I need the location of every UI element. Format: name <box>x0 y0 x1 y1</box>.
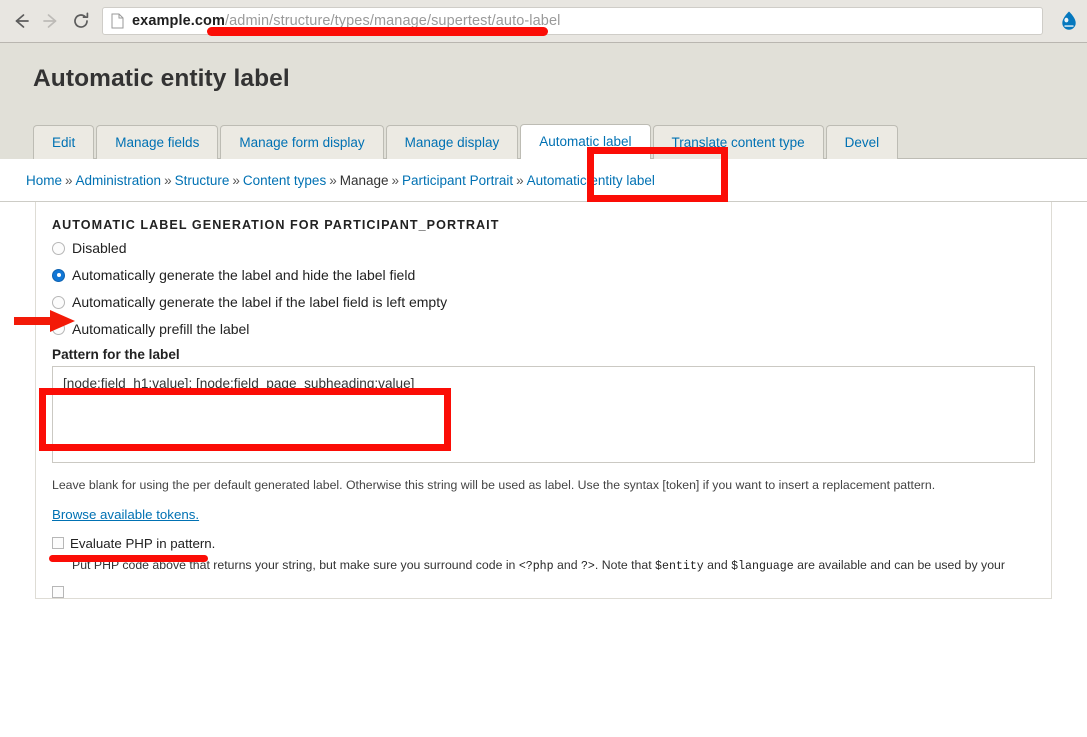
php-help-suffix: are available and can be used by your <box>793 557 1005 572</box>
tab-manage-display[interactable]: Manage display <box>385 125 519 160</box>
php-help-mid-3: and <box>703 557 732 572</box>
browse-tokens-link[interactable]: Browse available tokens. <box>52 507 199 522</box>
radio-label-disabled: Disabled <box>72 240 127 257</box>
breadcrumb-separator: » <box>164 173 172 189</box>
breadcrumb-item-content-types[interactable]: Content types <box>243 173 326 188</box>
page-document-icon <box>111 13 124 29</box>
tab-devel[interactable]: Devel <box>825 125 899 160</box>
radio-option-disabled[interactable]: Disabled <box>52 240 1035 257</box>
breadcrumb-item-automatic-entity-label[interactable]: Automatic entity label <box>527 173 655 188</box>
tab-translate-content-type[interactable]: Translate content type <box>652 125 824 160</box>
breadcrumb-separator: » <box>65 173 73 189</box>
php-help-code-entity: $entity <box>655 559 704 573</box>
php-help-code-open: <?php <box>518 559 554 573</box>
checkbox-icon-evaluate-php[interactable] <box>52 537 64 550</box>
reload-icon <box>74 12 89 28</box>
checkbox-evaluate-php[interactable]: Evaluate PHP in pattern. <box>52 536 1035 551</box>
breadcrumb-separator: » <box>516 173 524 189</box>
reload-button[interactable] <box>66 6 96 36</box>
drupal-droplet-icon <box>1062 11 1076 30</box>
php-help-code-close: ?> <box>580 559 595 573</box>
radio-icon-generate-if-empty[interactable] <box>52 295 65 309</box>
page-title: Automatic entity label <box>33 65 290 92</box>
radio-icon-generate-and-hide[interactable] <box>52 268 65 282</box>
breadcrumb-separator: » <box>232 173 240 189</box>
breadcrumb-item-structure[interactable]: Structure <box>175 173 230 188</box>
breadcrumb-item-manage: Manage <box>339 173 389 189</box>
radio-option-generate-and-hide[interactable]: Automatically generate the label and hid… <box>52 267 1035 284</box>
pattern-field-label: Pattern for the label <box>52 347 180 363</box>
breadcrumb-separator: » <box>329 173 337 189</box>
tab-automatic-label[interactable]: Automatic label <box>520 124 651 160</box>
pattern-help-text: Leave blank for using the per default ge… <box>52 478 936 493</box>
breadcrumb-item-participant-portrait[interactable]: Participant Portrait <box>402 173 513 188</box>
php-help-text: Put PHP code above that returns your str… <box>72 557 1035 575</box>
breadcrumb-item-home[interactable]: Home <box>26 173 62 188</box>
primary-tabs: Edit Manage fields Manage form display M… <box>33 123 1087 160</box>
red-underline-annotation-tokens <box>49 555 208 562</box>
php-help-mid-2: . Note that <box>594 557 656 572</box>
fieldset-legend: AUTOMATIC LABEL GENERATION FOR PARTICIPA… <box>52 218 500 233</box>
forward-button[interactable] <box>36 6 66 36</box>
radio-option-prefill[interactable]: Automatically prefill the label <box>52 321 1035 338</box>
page-header: Automatic entity label <box>0 43 1087 109</box>
red-arrow-annotation <box>14 310 75 332</box>
tabs-container: Edit Manage fields Manage form display M… <box>0 109 1087 160</box>
php-help-mid-1: and <box>553 557 581 572</box>
radio-label-prefill: Automatically prefill the label <box>72 320 250 337</box>
back-button[interactable] <box>6 6 36 36</box>
browser-chrome: example.com/admin/structure/types/manage… <box>0 0 1087 43</box>
pattern-textarea[interactable] <box>52 366 1035 464</box>
tab-edit[interactable]: Edit <box>33 125 95 160</box>
red-underline-url-annotation <box>207 27 548 36</box>
breadcrumb-item-administration[interactable]: Administration <box>76 173 162 188</box>
arrow-right-icon <box>43 14 57 28</box>
breadcrumb-separator: » <box>391 173 400 189</box>
automatic-label-fieldset: AUTOMATIC LABEL GENERATION FOR PARTICIPA… <box>35 202 1052 599</box>
breadcrumb: Home» Administration» Structure» Content ty… <box>0 159 1087 202</box>
main-content: AUTOMATIC LABEL GENERATION FOR PARTICIPA… <box>0 201 1087 737</box>
tab-manage-form-display[interactable]: Manage form display <box>220 125 384 160</box>
radio-label-generate-if-empty: Automatically generate the label if the … <box>72 293 448 310</box>
checkbox-icon-partially-visible[interactable] <box>52 585 64 598</box>
fieldset-inner: AUTOMATIC LABEL GENERATION FOR PARTICIPA… <box>36 218 1051 598</box>
drupal-page: Automatic entity label Edit Manage field… <box>0 43 1087 737</box>
radio-icon-disabled[interactable] <box>52 242 65 256</box>
php-help-code-language: $language <box>731 559 794 573</box>
checkbox-label-evaluate-php: Evaluate PHP in pattern. <box>70 535 216 551</box>
arrow-left-icon <box>15 14 29 28</box>
radio-label-generate-and-hide: Automatically generate the label and hid… <box>72 266 416 283</box>
tab-manage-fields[interactable]: Manage fields <box>96 125 219 160</box>
checkbox-partially-visible[interactable] <box>52 585 1035 598</box>
radio-option-generate-if-empty[interactable]: Automatically generate the label if the … <box>52 294 1035 311</box>
extension-button[interactable] <box>1051 10 1087 32</box>
